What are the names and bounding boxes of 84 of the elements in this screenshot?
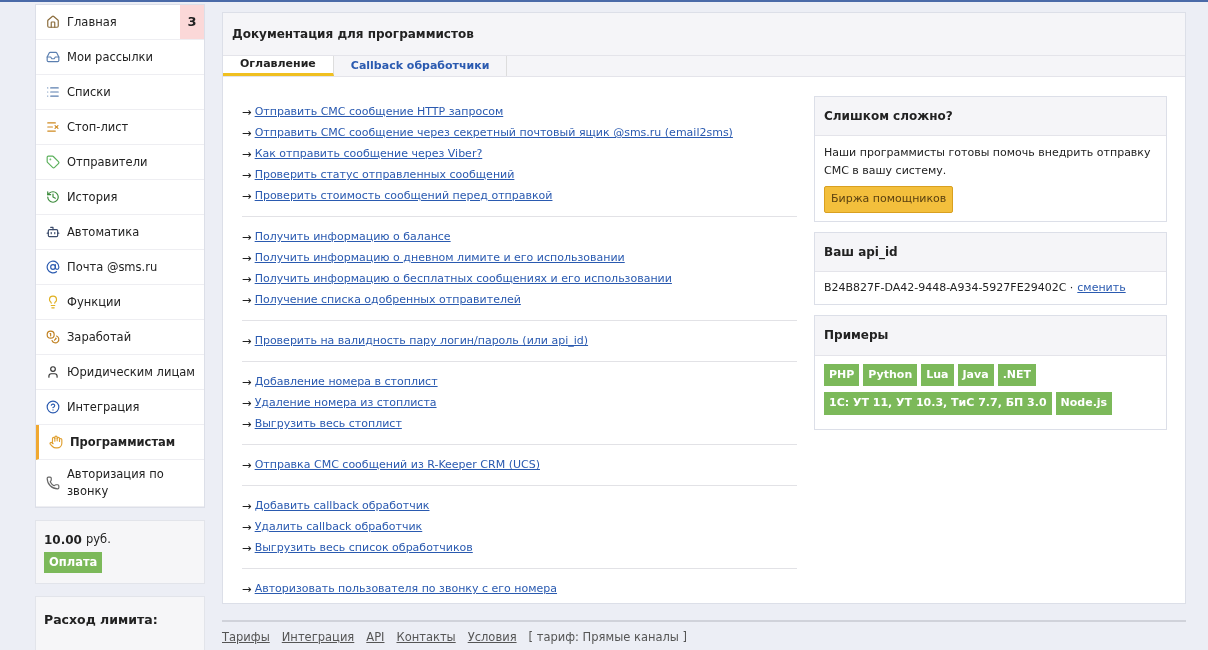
arrow-glyph: → bbox=[242, 518, 252, 536]
tray-icon bbox=[46, 50, 60, 64]
sidebar-item[interactable]: Функции bbox=[36, 285, 204, 320]
footer-link[interactable]: Контакты bbox=[396, 629, 456, 647]
helpers-button[interactable]: Биржа помощников bbox=[824, 186, 954, 213]
api-id-value: B24B827F-DA42-9448-A934-5927FE29402C · bbox=[824, 279, 1074, 296]
balance-amount: 10.00 bbox=[44, 532, 82, 549]
doc-link[interactable]: Добавление номера в стоплист bbox=[254, 374, 438, 391]
sidebar-item[interactable]: Заработай bbox=[36, 320, 204, 355]
doc-link[interactable]: Удалить callback обработчик bbox=[254, 519, 423, 536]
arrow-glyph: → bbox=[242, 166, 252, 184]
clock-icon bbox=[46, 190, 60, 204]
at-sign-icon bbox=[46, 260, 60, 274]
arrow-glyph: → bbox=[242, 187, 252, 205]
footer-link[interactable]: Тарифы bbox=[222, 629, 270, 647]
currency-label: руб. bbox=[85, 531, 111, 548]
arrow-glyph: → bbox=[242, 332, 252, 350]
doc-link[interactable]: Добавить callback обработчик bbox=[254, 498, 430, 515]
limit-title: Расход лимита: bbox=[44, 612, 158, 628]
doc-link[interactable]: Отправить СМС сообщение через секретный почтовый ящик @sms.ru (email2sms) bbox=[254, 125, 733, 142]
doc-link[interactable]: Авторизовать пользователя по звонку с его номера bbox=[254, 581, 558, 598]
sidebar-item[interactable]: Мои рассылки bbox=[36, 40, 204, 75]
sidebar-item[interactable]: Списки bbox=[36, 75, 204, 110]
doc-link[interactable]: Проверить стоимость сообщений перед отправкой bbox=[254, 188, 553, 205]
arrow-glyph: → bbox=[242, 228, 252, 246]
arrow-glyph: → bbox=[242, 291, 252, 309]
arrow-glyph: → bbox=[242, 539, 252, 557]
doc-link[interactable]: Получение списка одобренных отправителей bbox=[254, 292, 521, 309]
phone-icon bbox=[46, 476, 60, 490]
card-title: Слишком сложно? bbox=[824, 108, 953, 123]
footer-link[interactable]: Интеграция bbox=[281, 629, 355, 647]
arrow-glyph: → bbox=[242, 394, 252, 412]
card-title: Ваш api_id bbox=[824, 244, 898, 259]
footer-link[interactable]: API bbox=[366, 629, 385, 647]
doc-link[interactable]: Получить информацию о дневном лимите и его использовании bbox=[254, 250, 625, 267]
person-icon bbox=[46, 365, 60, 379]
arrow-glyph: → bbox=[242, 415, 252, 433]
arrow-glyph: → bbox=[242, 249, 252, 267]
arrow-glyph: → bbox=[242, 373, 252, 391]
tariff-label: [ тариф: Прямые каналы ] bbox=[528, 629, 688, 646]
sidebar-item[interactable]: Авторизация по звонку bbox=[36, 460, 204, 507]
panel-title: Документация для программистов bbox=[232, 27, 474, 41]
notification-badge: 3 bbox=[180, 5, 204, 39]
sidebar-item[interactable]: Почта @sms.ru bbox=[36, 250, 204, 285]
arrow-glyph: → bbox=[242, 124, 252, 142]
lightbulb-icon bbox=[46, 295, 60, 309]
doc-link[interactable]: Отправить СМС сообщение HTTP запросом bbox=[254, 104, 504, 121]
sidebar-item[interactable]: Программистам bbox=[36, 425, 204, 460]
sidebar-item[interactable]: Интеграция bbox=[36, 390, 204, 425]
tab[interactable]: Callback обработчики bbox=[333, 56, 508, 76]
arrow-glyph: → bbox=[242, 103, 252, 121]
sidebar-item[interactable]: История bbox=[36, 180, 204, 215]
doc-link[interactable]: Удаление номера из стоплиста bbox=[254, 395, 437, 412]
coins-icon bbox=[46, 330, 60, 344]
tab[interactable]: Оглавление bbox=[223, 56, 334, 76]
list-icon bbox=[46, 85, 60, 99]
sidebar-item[interactable]: Главная 3 bbox=[36, 5, 204, 40]
help-icon bbox=[46, 400, 60, 414]
arrow-glyph: → bbox=[242, 145, 252, 163]
doc-link[interactable]: Отправка СМС сообщений из R-Keeper CRM (UCS) bbox=[254, 457, 540, 474]
doc-link[interactable]: Как отправить сообщение через Viber? bbox=[254, 146, 483, 163]
arrow-glyph: → bbox=[242, 580, 252, 598]
doc-link[interactable]: Проверить на валидность пару логин/пароль (или api_id) bbox=[254, 333, 589, 350]
sidebar-item[interactable]: Отправители bbox=[36, 145, 204, 180]
doc-link[interactable]: Проверить статус отправленных сообщений bbox=[254, 167, 515, 184]
arrow-glyph: → bbox=[242, 270, 252, 288]
tag-icon bbox=[46, 155, 60, 169]
doc-link[interactable]: Получить информацию о бесплатных сообщениях и его использовании bbox=[254, 271, 672, 288]
list-icon bbox=[46, 120, 60, 134]
sidebar-item[interactable]: Автоматика bbox=[36, 215, 204, 250]
sidebar-item[interactable]: Стоп-лист bbox=[36, 110, 204, 145]
change-link[interactable]: сменить bbox=[1077, 279, 1126, 297]
doc-link[interactable]: Получить информацию о балансе bbox=[254, 229, 451, 246]
house-icon bbox=[46, 15, 60, 29]
arrow-glyph: → bbox=[242, 456, 252, 474]
hand-icon bbox=[49, 435, 63, 449]
doc-link[interactable]: Выгрузить весь стоплист bbox=[254, 416, 402, 433]
arrow-glyph: → bbox=[242, 497, 252, 515]
card-title: Примеры bbox=[824, 328, 889, 343]
robot-icon bbox=[46, 225, 60, 239]
doc-link[interactable]: Выгрузить весь список обработчиков bbox=[254, 540, 473, 557]
help-text: Наши программисты готовы помочь внедрить отправку СМС в вашу систему. bbox=[824, 145, 1152, 179]
footer-link[interactable]: Условия bbox=[467, 629, 517, 647]
sidebar-item[interactable]: Юридическим лицам bbox=[36, 355, 204, 390]
